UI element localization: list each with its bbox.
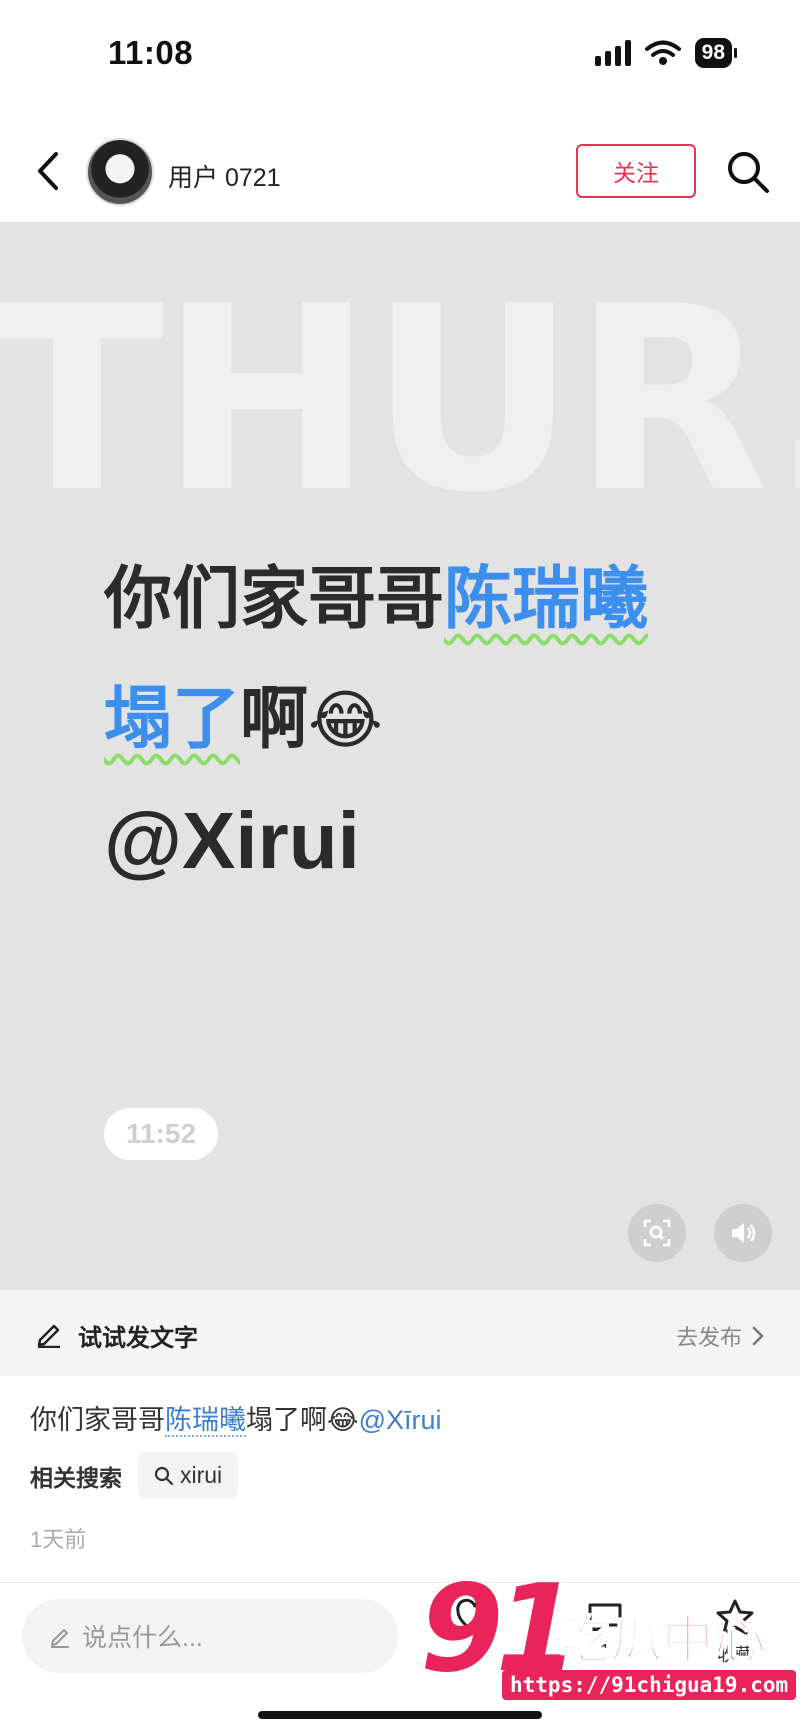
laughing-emoji: 😂 [308, 684, 383, 758]
back-arrow-icon[interactable] [28, 146, 68, 196]
headline-handle: @Xirui [104, 796, 360, 885]
speaker-icon [732, 1223, 756, 1243]
search-icon[interactable] [724, 148, 772, 196]
post-caption: 你们家哥哥陈瑞曦塌了啊😂@Xīrui [30, 1398, 442, 1437]
author-name[interactable]: 用户 0721 [168, 158, 281, 194]
related-search-query: xirui [180, 1462, 223, 1488]
like-count: 2 [469, 1641, 480, 1661]
time-pill: 11:52 [104, 1108, 218, 1160]
publish-label: 去发布 [675, 1325, 742, 1350]
try-text-bar[interactable]: 试试发文字 去发布 [0, 1290, 800, 1376]
headline-part2: 啊 [240, 680, 309, 759]
status-bar: 11:08 98 [0, 0, 800, 110]
comment-button[interactable]: 1 [560, 1597, 650, 1687]
caption-highlight-link[interactable]: 陈瑞曦 [165, 1405, 246, 1437]
caption-emoji: 😂 [327, 1405, 359, 1435]
star-icon [716, 1599, 754, 1635]
caption-suffix: 塌了啊 [246, 1405, 327, 1435]
status-time: 11:08 [108, 34, 194, 71]
favorite-button[interactable]: 收藏 [690, 1597, 780, 1687]
pencil-icon [37, 1324, 60, 1348]
comment-input[interactable]: 说点什么... [22, 1599, 398, 1673]
publish-link[interactable]: 去发布 [676, 1320, 764, 1352]
caption-mention-link[interactable]: @Xīrui [359, 1405, 442, 1435]
follow-button[interactable]: 关注 [576, 144, 696, 198]
headline-text: 你们家哥哥陈瑞曦塌了啊😂 @Xirui [104, 540, 704, 906]
pencil-icon [51, 1629, 69, 1648]
background-word: THUR. [0, 252, 800, 549]
home-indicator [258, 1711, 542, 1719]
wifi-icon [644, 40, 681, 65]
signal-icon [594, 40, 631, 66]
post-image[interactable]: THUR. 你们家哥哥陈瑞曦塌了啊😂 @Xirui 11:52 [0, 222, 800, 1290]
status-icons: 98 [594, 38, 738, 68]
related-search: 相关搜索 xirui [30, 1452, 239, 1499]
post-header: 用户 0721 关注 [0, 122, 800, 222]
comment-icon [588, 1603, 622, 1634]
headline-part1: 你们家哥哥 [104, 560, 445, 639]
like-button[interactable]: 2 [430, 1597, 520, 1687]
battery-indicator: 98 [694, 38, 738, 68]
comment-placeholder: 说点什么... [82, 1624, 203, 1652]
chevron-right-icon [752, 1326, 764, 1346]
caption-prefix: 你们家哥哥 [30, 1405, 165, 1435]
search-icon [154, 1466, 174, 1485]
related-search-label: 相关搜索 [30, 1464, 122, 1491]
heart-icon [456, 1598, 494, 1635]
action-buttons: 2 1 收藏 [430, 1597, 780, 1687]
post-time-ago: 1天前 [30, 1527, 87, 1552]
image-search-button[interactable] [628, 1204, 686, 1262]
comment-count: 1 [599, 1641, 610, 1661]
sound-button[interactable] [714, 1204, 772, 1262]
related-search-chip[interactable]: xirui [138, 1452, 239, 1499]
avatar[interactable] [86, 138, 154, 206]
try-text-label: 试试发文字 [78, 1325, 198, 1352]
bottom-bar: 说点什么... 2 1 收藏 [0, 1582, 800, 1735]
favorite-label: 收藏 [717, 1645, 753, 1665]
scan-search-icon [643, 1219, 671, 1247]
